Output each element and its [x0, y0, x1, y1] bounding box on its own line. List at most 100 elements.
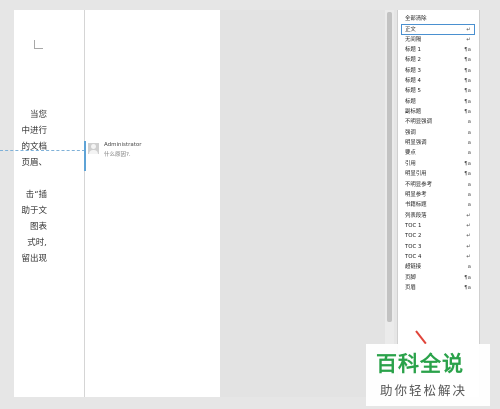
style-item[interactable]: 明显强调 a [398, 138, 478, 148]
comment-marker-bar [84, 141, 86, 171]
style-item-label: TOC 3 [405, 243, 422, 250]
style-item[interactable]: 无间隔 ↵ [398, 35, 478, 45]
style-item[interactable]: 标题 4 ¶a [398, 76, 478, 86]
style-item[interactable]: 页眉 ¶a [398, 283, 478, 293]
paragraph-style-icon: ↵ [466, 222, 471, 229]
doc-line: 当您 [29, 110, 47, 120]
comment-balloon[interactable]: Administrator 什么原因?. [88, 141, 208, 167]
style-item[interactable]: 不明显参考 a [398, 180, 478, 190]
style-item[interactable]: 引用 ¶a [398, 159, 478, 169]
user-avatar-icon [88, 143, 99, 154]
linked-style-icon: ¶a [464, 47, 471, 54]
style-item-label: 不明显参考 [405, 181, 432, 188]
comment-text[interactable]: 什么原因?. [104, 150, 131, 158]
linked-style-icon: ¶a [464, 284, 471, 291]
style-item-label: 标题 1 [405, 47, 421, 54]
style-item[interactable]: TOC 3 ↵ [398, 242, 478, 252]
paragraph-style-icon: ↵ [466, 36, 471, 43]
linked-style-icon: ¶a [464, 160, 471, 167]
style-item-label: 书籍标题 [405, 202, 427, 209]
style-item-label: 不明显强调 [405, 119, 432, 126]
style-item[interactable]: 标题 1 ¶a [398, 45, 478, 55]
clear-all-styles[interactable]: 全部清除 [398, 14, 478, 24]
character-style-icon: a [467, 202, 471, 209]
style-item-label: 标题 4 [405, 78, 421, 85]
style-item-label: 页眉 [405, 284, 416, 291]
style-item[interactable]: 超链接 a [398, 262, 478, 272]
doc-line: 的文档 [21, 142, 47, 152]
linked-style-icon: ¶a [464, 78, 471, 85]
doc-line: 击“插 [25, 190, 47, 200]
style-item-label: 明显引用 [405, 171, 427, 178]
style-item[interactable]: TOC 2 ↵ [398, 231, 478, 241]
style-item-label: 标题 5 [405, 88, 421, 95]
document-page[interactable]: 当您 中进行 的文档 页眉、 击“插 助于文 图表 式时, 留出现 [14, 10, 84, 397]
doc-line: 助于文 [21, 206, 47, 216]
document-body-text[interactable]: 当您 中进行 的文档 页眉、 击“插 助于文 图表 式时, 留出现 [14, 107, 47, 267]
style-item[interactable]: 标题 ¶a [398, 97, 478, 107]
comment-markup-pane [84, 10, 220, 397]
style-item-label: TOC 2 [405, 233, 422, 240]
paragraph-style-icon: ↵ [466, 233, 471, 240]
style-item[interactable]: 标题 5 ¶a [398, 86, 478, 96]
style-item-label: 副标题 [405, 109, 422, 116]
style-item[interactable]: 不明显强调 a [398, 117, 478, 127]
style-item[interactable]: 强调 a [398, 128, 478, 138]
style-item-label: 超链接 [405, 264, 422, 271]
scrollbar-thumb[interactable] [387, 12, 392, 322]
doc-line: 中进行 [21, 126, 47, 136]
character-style-icon: a [467, 150, 471, 157]
style-item-label: 全部清除 [405, 16, 427, 22]
style-item-label: TOC 4 [405, 253, 422, 260]
linked-style-icon: ¶a [464, 109, 471, 116]
style-item-label: 标题 2 [405, 57, 421, 64]
linked-style-icon: ¶a [464, 171, 471, 178]
style-item-label: 明显参考 [405, 191, 427, 198]
style-item-label: 正文 [405, 27, 416, 34]
character-style-icon: a [467, 181, 471, 188]
word-window: 当您 中进行 的文档 页眉、 击“插 助于文 图表 式时, 留出现 Admini… [0, 0, 500, 409]
style-item-label: 明显强调 [405, 140, 427, 147]
style-item[interactable]: 正文 ↵ [401, 24, 475, 35]
comment-anchor-line [0, 150, 85, 151]
linked-style-icon: ¶a [464, 67, 471, 74]
style-item[interactable]: 要点 a [398, 148, 478, 158]
linked-style-icon: ¶a [464, 98, 471, 105]
styles-pane: 全部清除 正文 ↵ 无间隔 ↵ 标题 1 ¶a 标题 2 ¶a 标题 3 ¶a 标题 4 ¶a 标题 5 ¶… [397, 10, 479, 397]
comment-author: Administrator [104, 142, 142, 148]
character-style-icon: a [467, 191, 471, 198]
style-item-label: 强调 [405, 129, 416, 136]
linked-style-icon: ¶a [464, 88, 471, 95]
doc-line: 留出现 [21, 254, 47, 264]
styles-list: 全部清除 正文 ↵ 无间隔 ↵ 标题 1 ¶a 标题 2 ¶a 标题 3 ¶a 标题 4 ¶a 标题 5 ¶… [398, 14, 478, 293]
doc-line: 图表 [29, 222, 47, 232]
style-item[interactable]: 书籍标题 a [398, 200, 478, 210]
margin-corner-mark [34, 40, 43, 49]
style-item[interactable]: 页脚 ¶a [398, 273, 478, 283]
doc-line: 式时, [27, 238, 47, 248]
style-item[interactable]: TOC 1 ↵ [398, 221, 478, 231]
style-item[interactable]: 标题 2 ¶a [398, 55, 478, 65]
style-item-label: 无间隔 [405, 36, 422, 43]
watermark-title: 百科全说 [376, 352, 464, 376]
style-item[interactable]: 明显引用 ¶a [398, 169, 478, 179]
grey-workspace [220, 10, 385, 397]
pane-divider [479, 10, 480, 397]
style-item[interactable]: 列表段落 ↵ [398, 211, 478, 221]
watermark-subtitle: 助你轻松解决 [380, 383, 468, 398]
style-item[interactable]: TOC 4 ↵ [398, 252, 478, 262]
character-style-icon: a [467, 264, 471, 271]
paragraph-style-icon: ↵ [466, 253, 471, 260]
paragraph-style-icon: ↵ [466, 212, 471, 219]
linked-style-icon: ¶a [464, 57, 471, 64]
style-item[interactable]: 明显参考 a [398, 190, 478, 200]
style-item[interactable]: 标题 3 ¶a [398, 66, 478, 76]
style-item[interactable]: 副标题 ¶a [398, 107, 478, 117]
style-item-label: 要点 [405, 150, 416, 157]
watermark: 百科全说 助你轻松解决 [366, 344, 490, 406]
doc-line: 页眉、 [21, 158, 47, 168]
style-item-label: 标题 3 [405, 67, 421, 74]
character-style-icon: a [467, 119, 471, 126]
style-item-label: 标题 [405, 98, 416, 105]
linked-style-icon: ¶a [464, 274, 471, 281]
